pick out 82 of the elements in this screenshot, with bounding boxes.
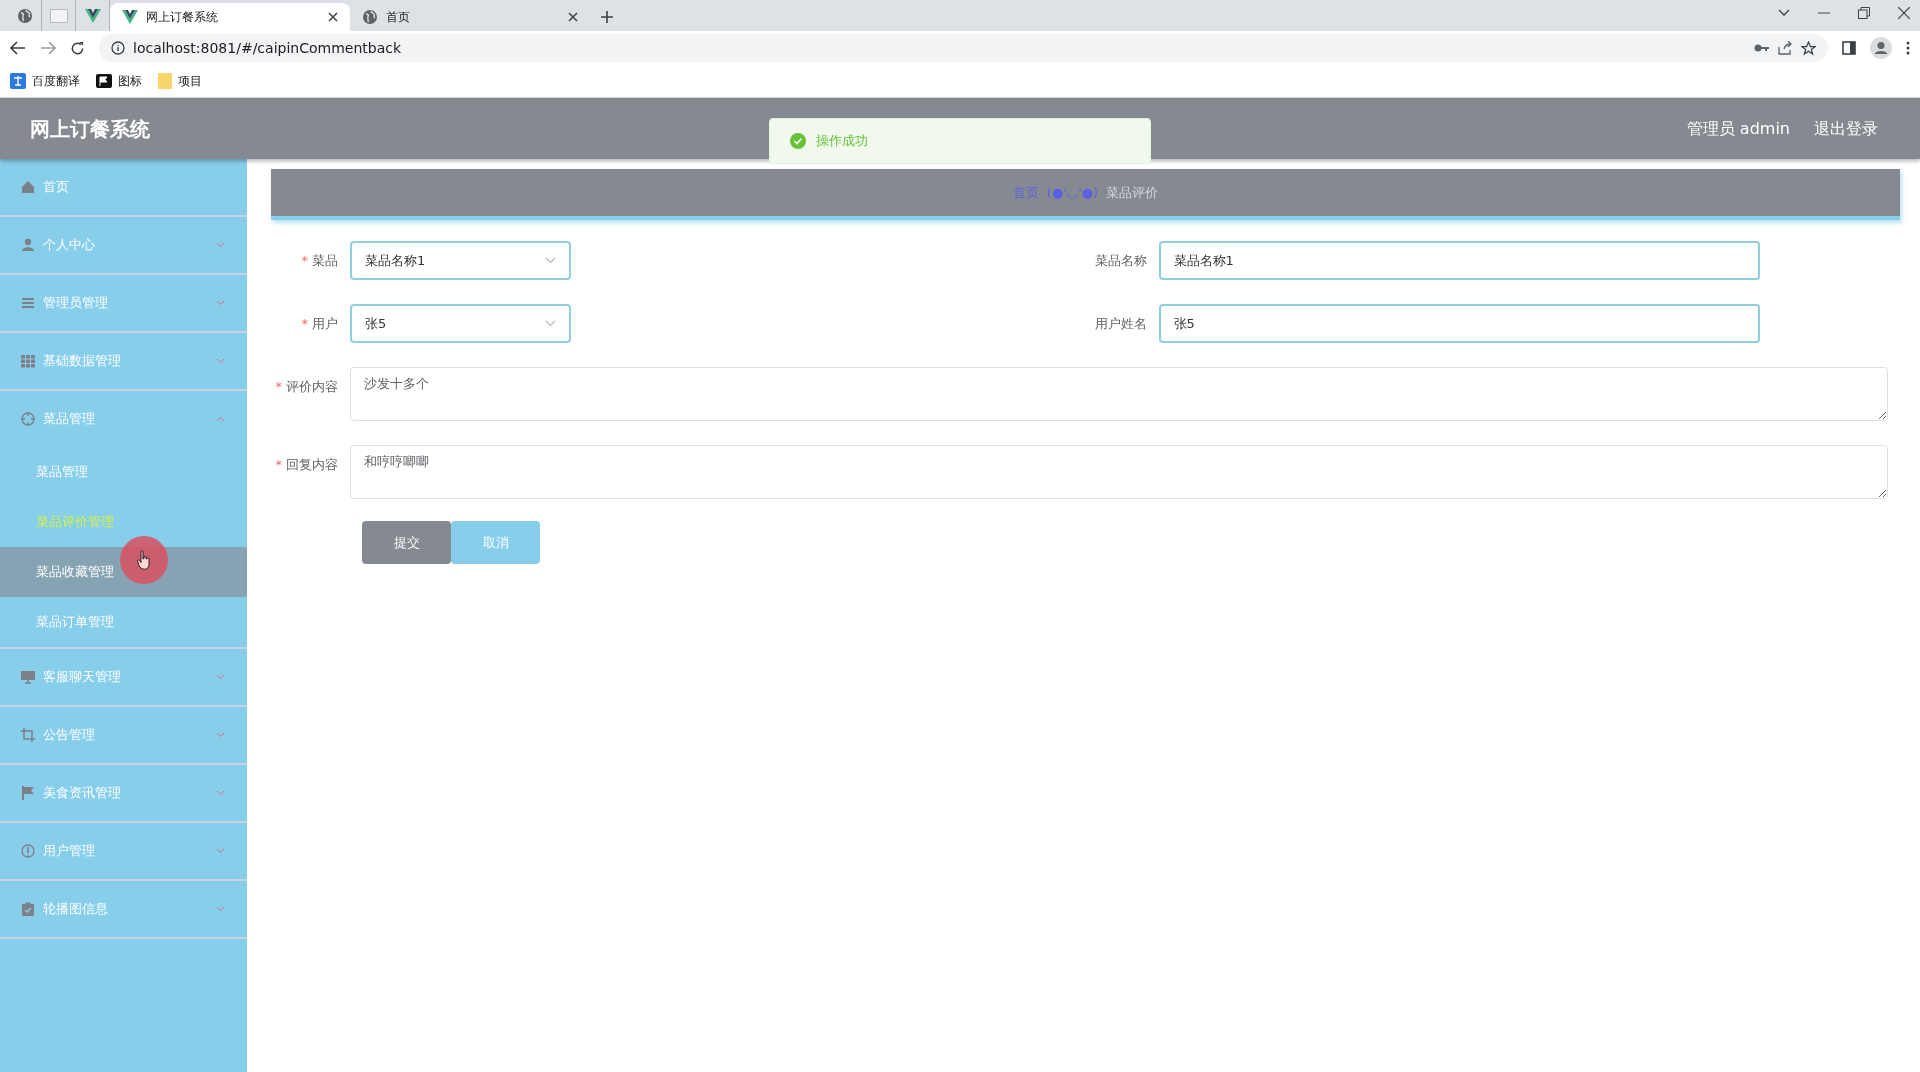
field-label: 评价内容 [286,378,338,396]
translate-icon [10,73,26,89]
share-icon[interactable] [1778,41,1793,55]
logout-link[interactable]: 退出登录 [1814,116,1878,141]
admin-label: 管理员 admin [1686,117,1790,140]
back-icon[interactable] [10,41,26,55]
select-field[interactable]: 菜品名称1 [350,241,571,280]
sidebar-menu-item[interactable]: 客服聊天管理 [0,649,247,705]
restore-icon[interactable] [1858,6,1870,19]
sidebar-submenu-item[interactable]: 菜品订单管理 [0,597,247,647]
field-label: 菜品名称 [1094,252,1147,270]
globe-icon [362,9,378,25]
globe-icon [16,7,33,24]
browser-tab[interactable]: 首页 [350,3,590,31]
chevron-down-icon [545,257,556,264]
required-mark: * [301,252,308,270]
bookmark-link[interactable]: 图标 [96,72,142,90]
sidebar-menu-item[interactable]: 公告管理 [0,707,247,763]
flag-icon [96,74,112,88]
crosshair-icon [21,412,35,426]
browser-tab[interactable]: 网上订餐系统 [110,3,350,31]
star-icon[interactable] [1801,40,1816,56]
info-icon [21,844,35,858]
crop-icon [21,728,35,742]
key-icon[interactable] [1754,43,1770,53]
submit-button[interactable]: 提交 [362,521,451,564]
v-logo-icon [122,10,138,24]
sidebar-menu-item[interactable]: 菜品管理 [0,391,247,447]
sidebar-submenu-item[interactable]: 菜品管理 [0,447,247,497]
person-icon [21,238,35,252]
text-input[interactable]: 菜品名称1 [1158,241,1760,280]
folder-icon [158,73,172,89]
required-mark: * [275,456,282,474]
sidebar-menu-item[interactable]: 基础数据管理 [0,333,247,389]
field-label: 菜品 [312,252,338,270]
bookmark-link[interactable]: 百度翻译 [10,72,80,90]
info-icon [111,41,125,55]
required-mark: * [301,315,308,333]
select-field[interactable]: 张5 [350,304,571,343]
home-icon [21,180,35,194]
more-icon[interactable] [1906,41,1910,55]
grid-icon [21,354,35,368]
reload-icon[interactable] [70,40,85,56]
required-mark: * [275,378,282,396]
sidebar-menu-item[interactable]: 轮播图信息 [0,881,247,937]
field-label: 回复内容 [286,456,338,474]
v-logo-icon [84,8,101,23]
sidebar-menu-item[interactable]: 用户管理 [0,823,247,879]
hand-cursor-icon [137,550,151,570]
sidebar-menu-item[interactable]: 管理员管理 [0,275,247,331]
sidebar-submenu-item[interactable]: 菜品评价管理 [0,497,247,547]
forward-icon[interactable] [40,41,56,55]
breadcrumb-current: 菜品评价 [1106,183,1159,202]
field-label: 用户姓名 [1094,315,1147,333]
sidebar-menu-item[interactable]: 个人中心 [0,217,247,273]
address-bar[interactable]: localhost:8081/#/caipinCommentback [99,34,1828,62]
toast-message: 操作成功 [816,132,868,151]
close-icon[interactable] [328,12,338,22]
close-icon[interactable] [568,12,578,22]
textarea-field[interactable]: 沙发十多个 [350,367,1888,421]
textarea-field[interactable]: 和哼哼唧唧 [350,445,1888,499]
field-label: 用户 [312,315,338,333]
monitor-icon [21,670,35,684]
sidebar-menu-item[interactable]: 美食资讯管理 [0,765,247,821]
side-panel-icon[interactable] [1842,41,1856,55]
bookmark-link[interactable]: 项目 [158,72,202,90]
check-circle-icon [790,133,806,149]
page-icon [49,8,68,23]
breadcrumb-separator: (●'◡'●) [1046,183,1099,202]
flag-icon [21,786,35,800]
app-title: 网上订餐系统 [30,115,150,143]
profile-icon[interactable] [1870,37,1892,59]
cancel-button[interactable]: 取消 [451,521,540,564]
chevron-down-icon[interactable] [1778,8,1790,17]
breadcrumb-link[interactable]: 首页 [1012,182,1039,203]
chevron-down-icon [545,320,556,327]
clipboard-icon [21,902,35,916]
sidebar-menu-item[interactable]: 首页 [0,159,247,215]
text-input[interactable]: 张5 [1158,304,1760,343]
list-icon [21,296,35,310]
new-tab-icon[interactable] [600,10,614,24]
close-icon[interactable] [1898,6,1910,19]
